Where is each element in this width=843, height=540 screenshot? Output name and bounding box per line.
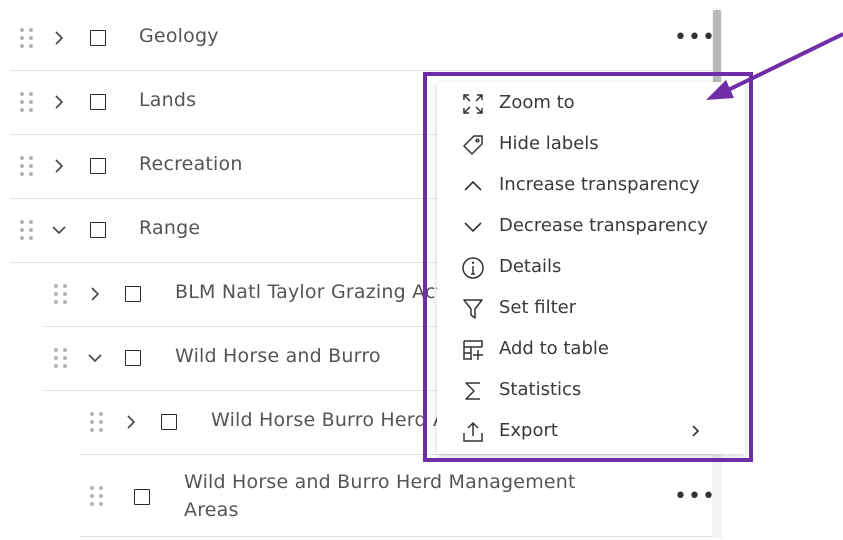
layer-label: Geology (139, 25, 219, 47)
chevron-right-icon[interactable] (86, 285, 104, 303)
drag-handle-icon[interactable] (90, 486, 103, 506)
layer-label: Recreation (139, 153, 243, 175)
layer-options-button[interactable]: ••• (674, 486, 716, 508)
visibility-checkbox[interactable] (90, 158, 106, 174)
chevron-right-icon[interactable] (122, 413, 140, 431)
visibility-checkbox[interactable] (90, 94, 106, 110)
layer-label: Lands (139, 89, 197, 111)
visibility-checkbox[interactable] (134, 489, 150, 505)
drag-handle-icon[interactable] (90, 412, 103, 432)
visibility-checkbox[interactable] (125, 350, 141, 366)
layer-options-button[interactable]: ••• (674, 27, 716, 49)
chevron-down-icon[interactable] (50, 221, 68, 239)
visibility-checkbox[interactable] (161, 414, 177, 430)
drag-handle-icon[interactable] (20, 92, 33, 112)
annotation-highlight-box (423, 72, 753, 462)
chevron-right-icon[interactable] (50, 157, 68, 175)
visibility-checkbox[interactable] (90, 222, 106, 238)
drag-handle-icon[interactable] (54, 284, 67, 304)
drag-handle-icon[interactable] (20, 156, 33, 176)
drag-handle-icon[interactable] (20, 220, 33, 240)
visibility-checkbox[interactable] (90, 30, 106, 46)
layer-label: BLM Natl Taylor Grazing Act (175, 281, 444, 303)
chevron-right-icon[interactable] (50, 29, 68, 47)
layer-label: Wild Horse and Burro (175, 345, 381, 367)
layer-label: Range (139, 217, 201, 239)
drag-handle-icon[interactable] (20, 28, 33, 48)
visibility-checkbox[interactable] (125, 286, 141, 302)
layer-row-geology[interactable]: Geology ••• (10, 6, 715, 71)
layer-label: Wild Horse and Burro Herd Management Are… (184, 471, 576, 521)
layer-row-herd-management-areas[interactable]: Wild Horse and Burro Herd Management Are… (80, 456, 715, 537)
drag-handle-icon[interactable] (54, 348, 67, 368)
chevron-down-icon[interactable] (86, 349, 104, 367)
chevron-right-icon[interactable] (50, 93, 68, 111)
